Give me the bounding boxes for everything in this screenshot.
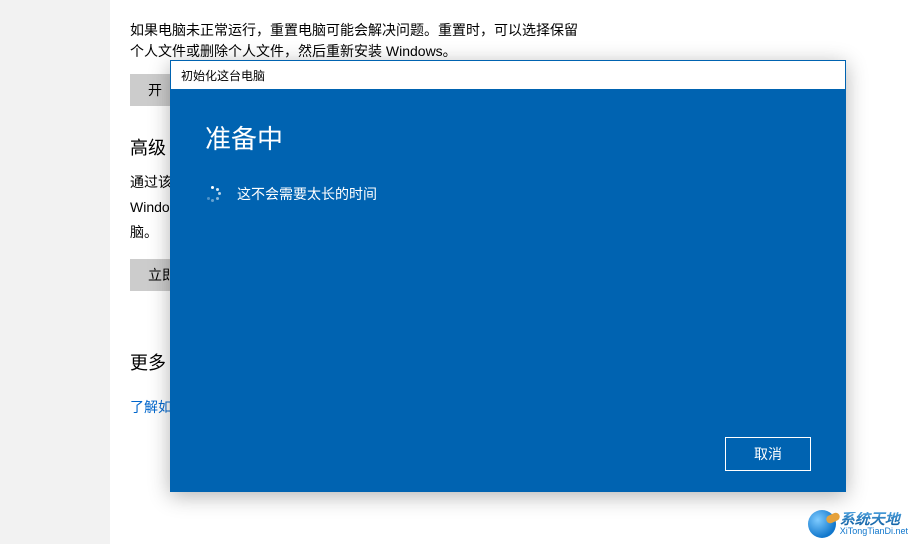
dialog-status-row: 这不会需要太长的时间 [205, 184, 811, 204]
watermark-url: XiTongTianDi.net [840, 527, 908, 536]
dialog-footer: 取消 [205, 437, 811, 471]
dialog-body: 准备中 这不会需要太长的时间 取消 [171, 89, 845, 491]
dialog-titlebar: 初始化这台电脑 [171, 61, 845, 89]
cancel-button[interactable]: 取消 [725, 437, 811, 471]
reset-description-line1: 如果电脑未正常运行，重置电脑可能会解决问题。重置时，可以选择保留 [130, 20, 896, 41]
dialog-status-text: 这不会需要太长的时间 [237, 184, 377, 204]
reset-pc-dialog: 初始化这台电脑 准备中 这不会需要太长的时间 取消 [170, 60, 846, 492]
globe-icon [808, 510, 836, 538]
watermark: 系统天地 XiTongTianDi.net [808, 510, 908, 538]
spinner-icon [205, 186, 221, 202]
dialog-heading: 准备中 [205, 119, 811, 156]
reset-description-line2: 个人文件或删除个人文件，然后重新安装 Windows。 [130, 41, 896, 62]
learn-more-link[interactable]: 了解如 [130, 399, 172, 415]
dialog-title-text: 初始化这台电脑 [181, 67, 265, 84]
left-gutter [0, 0, 110, 544]
watermark-cn: 系统天地 [840, 512, 908, 527]
watermark-text: 系统天地 XiTongTianDi.net [840, 512, 908, 536]
